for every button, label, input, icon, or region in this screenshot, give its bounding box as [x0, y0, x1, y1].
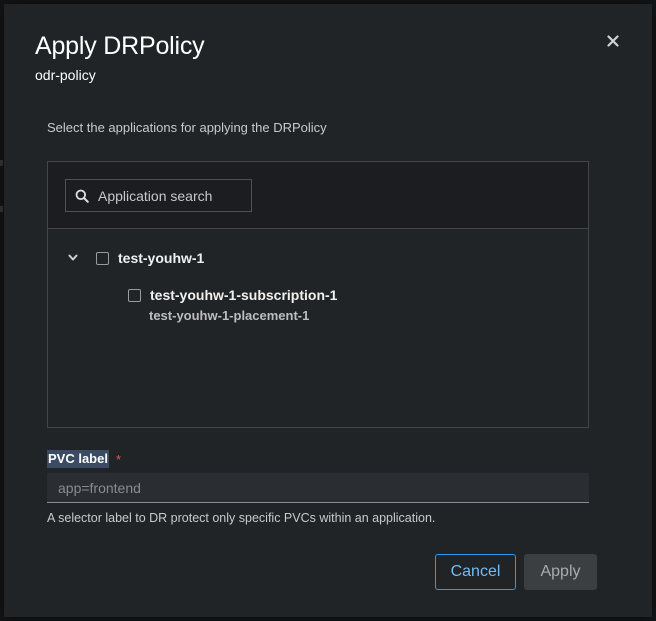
parent-checkbox[interactable]	[96, 251, 109, 265]
child-checkbox[interactable]	[128, 288, 141, 302]
modal-description: Select the applications for applying the…	[47, 120, 327, 135]
backdrop-edge-mark	[0, 160, 3, 166]
child-node-sublabel: test-youhw-1-placement-1	[149, 308, 310, 323]
cancel-button[interactable]: Cancel	[435, 554, 516, 590]
apply-button[interactable]: Apply	[524, 554, 597, 590]
child-node-label: test-youhw-1-subscription-1	[150, 287, 338, 303]
tree-node-parent: test-youhw-1	[96, 250, 204, 266]
application-search-input[interactable]	[98, 187, 248, 204]
tree-toggle-button[interactable]	[66, 250, 80, 264]
chevron-down-icon	[68, 253, 78, 260]
parent-node-label: test-youhw-1	[118, 250, 205, 266]
pvc-label-text: PVC label	[47, 450, 109, 468]
required-marker: *	[115, 451, 122, 467]
backdrop-edge-mark	[0, 206, 3, 212]
pvc-label-field-label: PVC label *	[47, 450, 121, 468]
modal-title: Apply DRPolicy	[35, 32, 205, 60]
application-tree-panel: test-youhw-1 test-youhw-1-subscription-1…	[47, 161, 589, 428]
apply-drpolicy-modal: Apply DRPolicy odr-policy Select the app…	[4, 4, 652, 617]
pvc-label-helper-text: A selector label to DR protect only spec…	[47, 511, 436, 525]
modal-subtitle: odr-policy	[35, 67, 96, 83]
close-button[interactable]	[600, 28, 626, 54]
search-icon	[75, 189, 89, 203]
application-search[interactable]	[65, 179, 252, 212]
tree-node-child: test-youhw-1-subscription-1	[128, 287, 337, 303]
tree-toolbar	[48, 162, 588, 229]
child-node-sublabel-row: test-youhw-1-placement-1	[149, 308, 309, 323]
close-icon	[607, 35, 619, 47]
pvc-label-input[interactable]	[47, 473, 589, 503]
